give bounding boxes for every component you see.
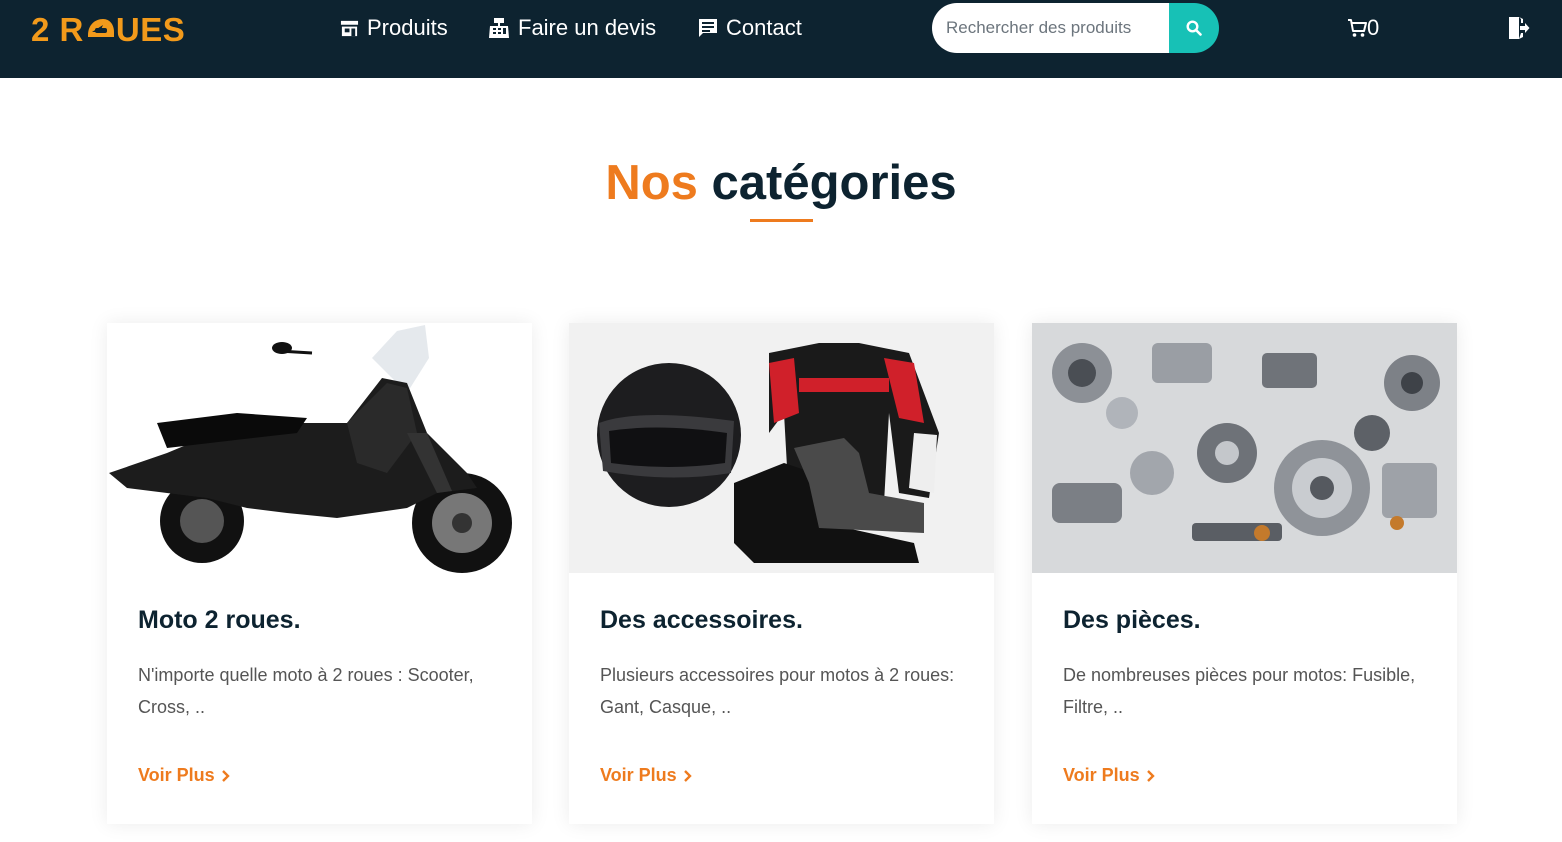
search-button[interactable] <box>1169 3 1219 53</box>
top-navbar: 2 R UES Produits Faire un devis Contact … <box>0 0 1562 78</box>
nav-produits[interactable]: Produits <box>340 14 448 42</box>
message-icon <box>699 19 717 37</box>
moto-image <box>107 323 532 573</box>
logout-button[interactable] <box>1508 16 1530 45</box>
voir-plus-label: Voir Plus <box>138 765 215 785</box>
card-description: N'importe quelle moto à 2 roues : Scoote… <box>138 665 474 717</box>
category-card-pieces: Des pièces. De nombreuses pièces pour mo… <box>1032 323 1457 824</box>
search-icon <box>1186 20 1202 36</box>
logout-icon <box>1509 17 1530 39</box>
title-underline <box>750 219 813 222</box>
nav-produits-label: Produits <box>367 15 448 40</box>
card-description: De nombreuses pièces pour motos: Fusible… <box>1063 665 1416 717</box>
nav-contact[interactable]: Contact <box>698 14 802 42</box>
nav-contact-label: Contact <box>726 15 802 40</box>
search-input[interactable] <box>932 3 1169 53</box>
chevron-right-icon <box>683 769 692 782</box>
accessoires-image <box>569 323 994 573</box>
section-title-accent: Nos <box>605 156 698 210</box>
logo-prefix: 2 R <box>31 11 84 48</box>
cart-count: 0 <box>1367 15 1380 40</box>
nav-faire-un-devis[interactable]: Faire un devis <box>488 14 656 42</box>
card-title: Des accessoires. <box>600 606 803 634</box>
card-description: Plusieurs accessoires pour motos à 2 rou… <box>600 665 955 717</box>
chevron-right-icon <box>221 769 230 782</box>
store-icon <box>340 20 359 36</box>
category-card-accessoires: Des accessoires. Plusieurs accessoires p… <box>569 323 994 824</box>
cart-button[interactable]: 0 <box>1347 15 1379 41</box>
voir-plus-link[interactable]: Voir Plus <box>600 765 692 786</box>
card-title: Des pièces. <box>1063 606 1201 634</box>
voir-plus-label: Voir Plus <box>600 765 677 785</box>
voir-plus-label: Voir Plus <box>1063 765 1140 785</box>
search-bar <box>932 3 1219 53</box>
pieces-image <box>1032 323 1457 573</box>
logo-suffix: UES <box>115 11 186 48</box>
brand-logo[interactable]: 2 R UES <box>31 10 185 50</box>
cart-icon <box>1348 19 1367 37</box>
card-title: Moto 2 roues. <box>138 606 301 634</box>
voir-plus-link[interactable]: Voir Plus <box>1063 765 1155 786</box>
nav-faire-un-devis-label: Faire un devis <box>518 15 657 40</box>
category-card-moto: Moto 2 roues. N'importe quelle moto à 2 … <box>107 323 532 824</box>
cash-register-icon <box>489 18 509 38</box>
chevron-right-icon <box>1146 769 1155 782</box>
section-title-rest: catégories <box>711 156 957 210</box>
helmet-logo-icon <box>85 15 115 45</box>
section-title: Nos catégories <box>0 155 1562 211</box>
voir-plus-link[interactable]: Voir Plus <box>138 765 230 786</box>
